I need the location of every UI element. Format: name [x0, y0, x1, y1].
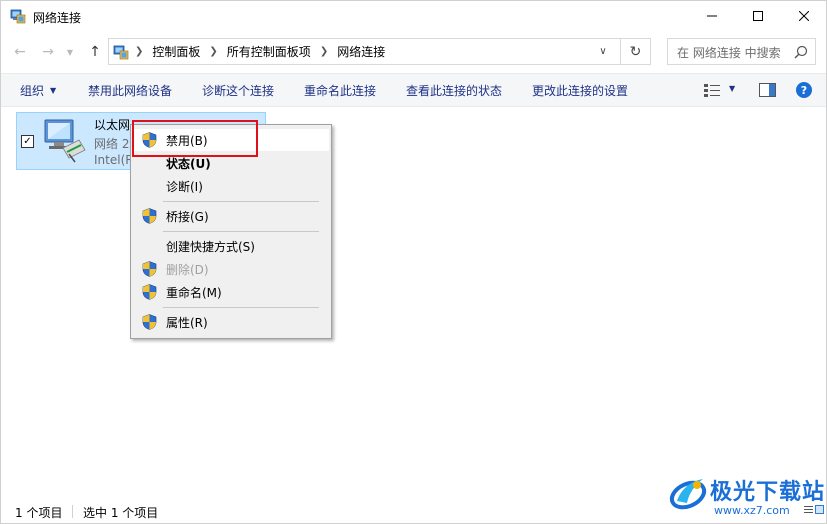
connection-name: 以太网	[94, 118, 131, 132]
item-checkbox[interactable]: ✓	[21, 135, 34, 148]
status-divider	[72, 505, 73, 518]
diagnose-button[interactable]: 诊断这个连接	[202, 74, 274, 106]
forward-button[interactable]: →	[37, 42, 59, 62]
maximize-button[interactable]	[735, 1, 781, 31]
menu-item-label: 桥接(G)	[166, 209, 209, 224]
watermark-name: 极光下载站	[710, 480, 826, 505]
network-connections-icon	[10, 9, 26, 24]
view-options-icon[interactable]	[704, 83, 720, 97]
breadcrumb: ❯ 控制面板 ❯ 所有控制面板项 ❯ 网络连接	[135, 39, 385, 64]
chevron-down-icon: ▼	[66, 47, 74, 57]
forward-arrow-icon: →	[42, 44, 54, 60]
help-icon[interactable]: ?	[796, 82, 812, 98]
view-status-button[interactable]: 查看此连接的状态	[406, 74, 502, 106]
organize-label: 组织	[20, 83, 45, 98]
search-icon	[794, 45, 808, 59]
organize-menu-button[interactable]: 组织 ▼	[20, 74, 56, 106]
menu-item-label: 删除(D)	[166, 262, 209, 277]
breadcrumb-separator-icon[interactable]: ❯	[320, 46, 328, 57]
navigation-bar: ← → ▼ ↑ ❯ 控制面板 ❯ 所有控制面板项 ❯ 网络连接 ∨ ↻ 在 网络…	[1, 33, 826, 71]
command-bar: 组织 ▼ 禁用此网络设备 诊断这个连接 重命名此连接 查看此连接的状态 更改此连…	[1, 73, 826, 107]
menu-separator	[163, 231, 319, 232]
search-input[interactable]: 在 网络连接 中搜索	[667, 38, 816, 65]
recent-locations-button[interactable]: ▼	[63, 42, 77, 62]
connection-device: Intel(R	[94, 153, 134, 167]
chevron-down-icon: ∨	[599, 46, 607, 57]
uac-shield-icon	[142, 314, 157, 330]
back-arrow-icon: ←	[14, 44, 26, 60]
chevron-down-icon: ▼	[50, 85, 57, 95]
menu-item-diagnose[interactable]: 诊断(I)	[133, 175, 329, 197]
breadcrumb-item-all-items[interactable]: 所有控制面板项	[227, 43, 311, 60]
search-placeholder: 在 网络连接 中搜索	[677, 46, 781, 60]
preview-pane-icon[interactable]	[759, 83, 776, 97]
menu-item-delete[interactable]: 删除(D)	[133, 258, 329, 280]
control-panel-icon	[113, 45, 129, 60]
watermark-logo-icon	[669, 479, 707, 510]
breadcrumb-separator-icon[interactable]: ❯	[209, 46, 217, 57]
watermark: 极光下载站 www.xz7.com	[667, 471, 827, 523]
refresh-button[interactable]: ↻	[621, 38, 651, 65]
address-bar[interactable]: ❯ 控制面板 ❯ 所有控制面板项 ❯ 网络连接 ∨	[108, 38, 621, 65]
menu-item-label: 创建快捷方式(S)	[166, 239, 255, 254]
change-settings-button[interactable]: 更改此连接的设置	[532, 74, 628, 106]
menu-item-label: 诊断(I)	[166, 179, 203, 194]
menu-item-bridge[interactable]: 桥接(G)	[133, 205, 329, 227]
selected-count-text: 选中 1 个项目	[83, 506, 159, 520]
menu-separator	[163, 307, 319, 308]
back-button[interactable]: ←	[9, 42, 31, 62]
uac-shield-icon	[142, 284, 157, 300]
minimize-icon	[707, 15, 717, 17]
item-count-text: 1 个项目	[15, 506, 63, 520]
close-button[interactable]	[781, 1, 827, 31]
explorer-window: 网络连接 ← → ▼ ↑ ❯ 控制面板 ❯ 所有控制面板项 ❯ 网络连接 ∨ ↻…	[0, 0, 827, 524]
file-list-area[interactable]: ✓ 以太网 网络 2 Intel(R	[1, 107, 826, 499]
up-button[interactable]: ↑	[84, 42, 106, 62]
maximize-icon	[753, 11, 763, 21]
rename-button[interactable]: 重命名此连接	[304, 74, 376, 106]
breadcrumb-item-control-panel[interactable]: 控制面板	[152, 43, 200, 60]
menu-item-create-shortcut[interactable]: 创建快捷方式(S)	[133, 235, 329, 257]
menu-item-label: 属性(R)	[166, 315, 208, 330]
ethernet-adapter-icon	[44, 119, 86, 163]
minimize-button[interactable]	[689, 1, 735, 31]
large-icons-view-icon[interactable]	[815, 505, 824, 514]
annotation-highlight-box	[132, 120, 258, 157]
window-title: 网络连接	[33, 11, 82, 25]
menu-item-label: 状态(U)	[166, 156, 211, 171]
up-arrow-icon: ↑	[89, 44, 101, 60]
menu-item-properties[interactable]: 属性(R)	[133, 311, 329, 333]
breadcrumb-item-network-connections[interactable]: 网络连接	[337, 43, 385, 60]
watermark-url: www.xz7.com	[714, 504, 790, 517]
chevron-down-icon[interactable]: ▼	[729, 84, 735, 93]
view-toggle-group	[804, 505, 824, 514]
disable-device-button[interactable]: 禁用此网络设备	[88, 74, 172, 106]
details-view-icon[interactable]	[804, 505, 813, 514]
title-bar[interactable]: 网络连接	[1, 1, 826, 33]
connection-status: 网络 2	[94, 137, 130, 151]
close-icon	[799, 11, 809, 21]
menu-item-label: 重命名(M)	[166, 285, 222, 300]
refresh-icon: ↻	[629, 43, 642, 60]
uac-shield-icon	[142, 261, 157, 277]
menu-item-rename[interactable]: 重命名(M)	[133, 281, 329, 303]
menu-separator	[163, 201, 319, 202]
address-dropdown-button[interactable]: ∨	[593, 39, 613, 64]
breadcrumb-separator-icon[interactable]: ❯	[135, 46, 143, 57]
uac-shield-icon	[142, 208, 157, 224]
